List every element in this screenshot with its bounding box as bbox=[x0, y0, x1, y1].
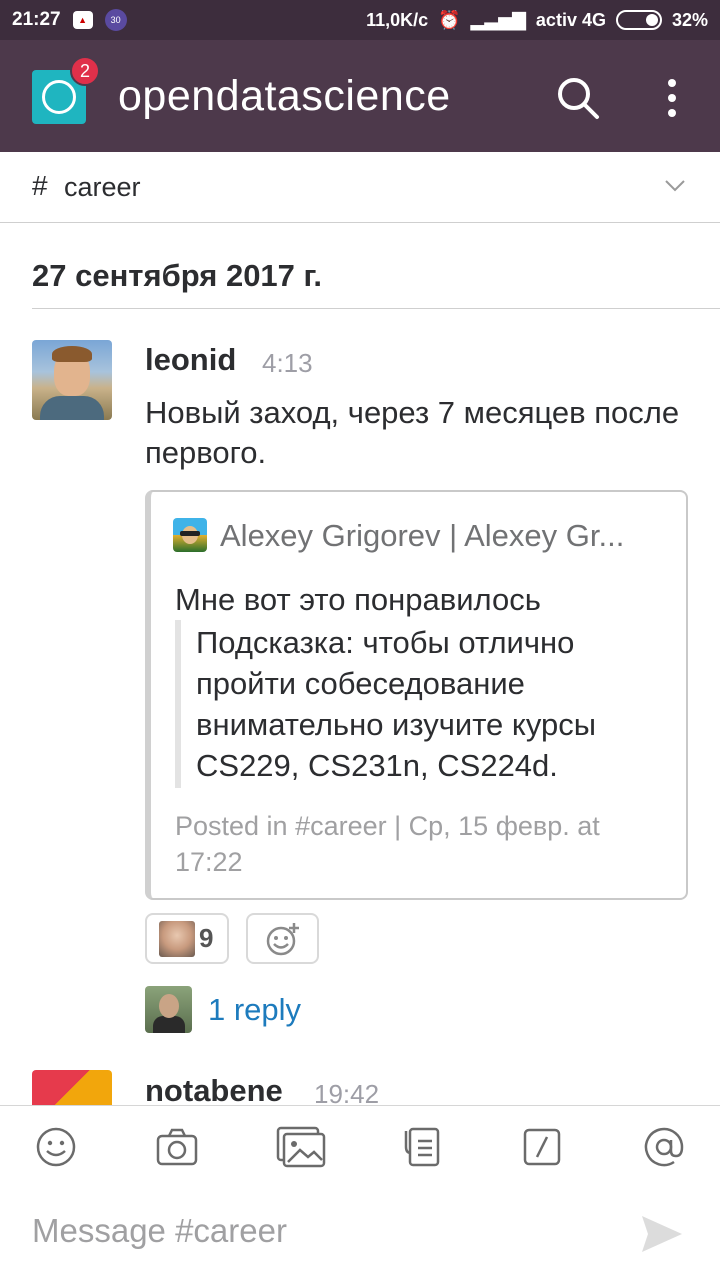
channel-header[interactable]: # career bbox=[0, 152, 720, 223]
network-speed: 11,0K/c bbox=[366, 9, 429, 30]
camera-icon[interactable] bbox=[155, 1125, 199, 1169]
message-author[interactable]: leonid bbox=[145, 342, 236, 378]
attachment-icon[interactable] bbox=[400, 1125, 444, 1169]
team-name[interactable]: opendatascience bbox=[118, 72, 451, 121]
send-icon[interactable] bbox=[640, 1214, 684, 1254]
channel-hash-icon: # bbox=[32, 170, 48, 201]
emoji-icon[interactable] bbox=[34, 1125, 78, 1169]
reply-avatar bbox=[145, 986, 192, 1033]
date-divider: 27 сентября 2017 г. bbox=[32, 258, 322, 293]
battery-level: 32% bbox=[671, 9, 708, 30]
carrier-label: activ 4G bbox=[535, 9, 606, 30]
battery-icon bbox=[615, 10, 662, 30]
add-reaction-icon bbox=[266, 922, 299, 955]
alarm-icon: ⏰ bbox=[438, 9, 461, 30]
app-notification-icon: 30 bbox=[104, 9, 127, 31]
reaction-button[interactable]: 9 bbox=[145, 913, 229, 964]
unread-badge: 2 bbox=[70, 56, 100, 86]
signal-icon: ▂▃▅▇ bbox=[470, 9, 526, 30]
search-icon[interactable] bbox=[555, 75, 601, 121]
reaction-count: 9 bbox=[199, 923, 214, 953]
image-icon[interactable] bbox=[276, 1125, 326, 1169]
message-composer bbox=[0, 1105, 720, 1280]
quote-bar bbox=[175, 620, 181, 788]
attachment-quote: Подсказка: чтобы отлично пройти собеседо… bbox=[196, 625, 596, 783]
avatar[interactable] bbox=[32, 340, 112, 420]
chevron-down-icon[interactable] bbox=[664, 178, 686, 194]
message-time: 4:13 bbox=[262, 348, 313, 378]
message-text: Новый заход, через 7 месяцев после перво… bbox=[145, 395, 680, 470]
attachment-text: Мне вот это понравилось bbox=[175, 582, 541, 617]
slash-command-icon[interactable] bbox=[520, 1125, 564, 1169]
notification-icon: ▲ bbox=[72, 11, 93, 29]
avatar[interactable] bbox=[32, 1070, 112, 1105]
add-reaction-button[interactable] bbox=[246, 913, 319, 964]
attachment-author: Alexey Grigorev | Alexey Gr... bbox=[220, 518, 625, 553]
app-bar: 2 opendatascience bbox=[0, 40, 720, 152]
message-author[interactable]: notabene bbox=[145, 1073, 283, 1109]
custom-emoji-icon bbox=[159, 920, 195, 957]
message-input[interactable] bbox=[32, 1212, 592, 1250]
status-bar: 21:27 ▲ 30 11,0K/c ⏰ ▂▃▅▇ activ 4G 32% bbox=[0, 0, 720, 40]
divider-line bbox=[32, 308, 720, 309]
status-time: 21:27 bbox=[12, 9, 61, 30]
attachment-footer[interactable]: Posted in #career | Ср, 15 февр. at 17:2… bbox=[175, 808, 665, 880]
channel-name: career bbox=[64, 172, 141, 202]
attachment-author-avatar bbox=[173, 518, 207, 552]
reply-link[interactable]: 1 reply bbox=[208, 992, 301, 1028]
more-options-icon[interactable] bbox=[655, 75, 689, 121]
mention-icon[interactable] bbox=[642, 1125, 686, 1169]
